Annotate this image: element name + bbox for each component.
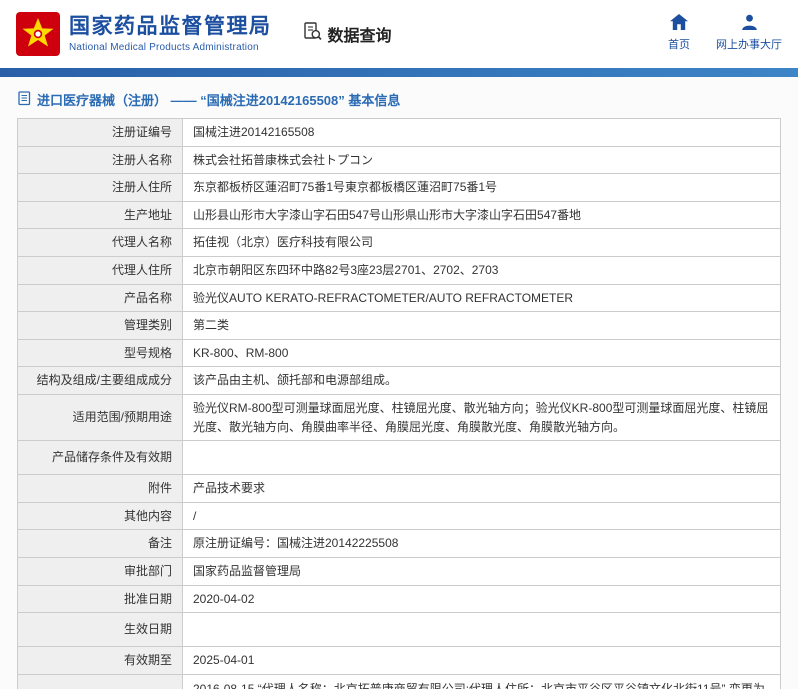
org-name: 国家药品监督管理局 (69, 15, 272, 39)
row-value: 山形县山形市大字漆山字石田547号山形県山形市大字漆山字石田547番地 (183, 201, 781, 229)
table-row: 管理类别第二类 (18, 312, 781, 340)
org-name-en: National Medical Products Administration (69, 42, 272, 53)
row-label: 代理人住所 (18, 256, 183, 284)
row-value (183, 613, 781, 647)
row-label: 产品储存条件及有效期 (18, 441, 183, 475)
page-header: 国家药品监督管理局 National Medical Products Admi… (0, 0, 798, 68)
nmpa-logo-block[interactable]: 国家药品监督管理局 National Medical Products Admi… (16, 12, 272, 56)
row-value: 国械注进20142165508 (183, 119, 781, 147)
table-row: 生效日期 (18, 613, 781, 647)
row-value: 东京都板桥区蓮沼町75番1号東京都板橋区蓮沼町75番1号 (183, 174, 781, 202)
row-value: 拓佳视（北京）医疗科技有限公司 (183, 229, 781, 257)
table-row: 代理人名称拓佳视（北京）医疗科技有限公司 (18, 229, 781, 257)
document-search-icon (302, 21, 323, 47)
table-row: 变更情况 2016-08-15 “代理人名称：北京拓普康商贸有限公司;代理人住所：… (18, 674, 781, 689)
document-icon (18, 91, 31, 109)
row-label: 注册人名称 (18, 146, 183, 174)
row-label: 有效期至 (18, 647, 183, 675)
table-row: 适用范围/预期用途验光仪RM-800型可测量球面屈光度、柱镜屈光度、散光轴方向；… (18, 394, 781, 440)
nav-home[interactable]: 首页 (668, 14, 690, 52)
row-value: / (183, 502, 781, 530)
header-divider-bar (0, 68, 798, 77)
row-value (183, 441, 781, 475)
org-names: 国家药品监督管理局 National Medical Products Admi… (69, 15, 272, 52)
nav-online-hall[interactable]: 网上办事大厅 (716, 14, 782, 52)
change-record-line: 2016-08-15 “代理人名称：北京拓普康商贸有限公司;代理人住所：北京市平… (193, 680, 770, 689)
user-icon (741, 14, 758, 33)
row-value: 验光仪AUTO KERATO-REFRACTOMETER/AUTO REFRAC… (183, 284, 781, 312)
row-label: 注册证编号 (18, 119, 183, 147)
row-value: 北京市朝阳区东四环中路82号3座23层2701、2702、2703 (183, 256, 781, 284)
row-value: KR-800、RM-800 (183, 339, 781, 367)
row-value: 株式会社拓普康株式会社トプコン (183, 146, 781, 174)
info-table-body: 注册证编号国械注进20142165508注册人名称株式会社拓普康株式会社トプコン… (18, 119, 781, 689)
table-row: 审批部门国家药品监督管理局 (18, 557, 781, 585)
table-row: 产品名称验光仪AUTO KERATO-REFRACTOMETER/AUTO RE… (18, 284, 781, 312)
table-row: 型号规格KR-800、RM-800 (18, 339, 781, 367)
row-value: 验光仪RM-800型可测量球面屈光度、柱镜屈光度、散光轴方向；验光仪KR-800… (183, 394, 781, 440)
row-label: 备注 (18, 530, 183, 558)
table-row: 注册人名称株式会社拓普康株式会社トプコン (18, 146, 781, 174)
table-row: 产品储存条件及有效期 (18, 441, 781, 475)
row-label: 批准日期 (18, 585, 183, 613)
row-value: 产品技术要求 (183, 475, 781, 503)
table-row: 其他内容/ (18, 502, 781, 530)
table-row: 有效期至2025-04-01 (18, 647, 781, 675)
page-title-text: 进口医疗器械（注册） —— “国械注进20142165508” 基本信息 (37, 90, 400, 109)
row-label: 附件 (18, 475, 183, 503)
row-value: 第二类 (183, 312, 781, 340)
row-label: 适用范围/预期用途 (18, 394, 183, 440)
header-quick-links: 首页 网上办事大厅 (668, 14, 782, 54)
row-label: 审批部门 (18, 557, 183, 585)
row-label: 产品名称 (18, 284, 183, 312)
row-label: 其他内容 (18, 502, 183, 530)
table-row: 结构及组成/主要组成成分该产品由主机、颌托部和电源部组成。 (18, 367, 781, 395)
row-value: 2016-08-15 “代理人名称：北京拓普康商贸有限公司;代理人住所：北京市平… (183, 674, 781, 689)
row-value: 原注册证编号：国械注进20142225508 (183, 530, 781, 558)
row-label: 变更情况 (18, 674, 183, 689)
row-label: 代理人名称 (18, 229, 183, 257)
hall-label: 网上办事大厅 (716, 36, 782, 52)
table-row: 注册证编号国械注进20142165508 (18, 119, 781, 147)
table-row: 批准日期2020-04-02 (18, 585, 781, 613)
registration-info-table: 注册证编号国械注进20142165508注册人名称株式会社拓普康株式会社トプコン… (17, 118, 781, 689)
row-value: 国家药品监督管理局 (183, 557, 781, 585)
table-row: 代理人住所北京市朝阳区东四环中路82号3座23层2701、2702、2703 (18, 256, 781, 284)
registration-info-table-wrap: 注册证编号国械注进20142165508注册人名称株式会社拓普康株式会社トプコン… (17, 118, 781, 689)
row-label: 结构及组成/主要组成成分 (18, 367, 183, 395)
table-row: 注册人住所东京都板桥区蓮沼町75番1号東京都板橋区蓮沼町75番1号 (18, 174, 781, 202)
home-label: 首页 (668, 36, 690, 52)
row-label: 管理类别 (18, 312, 183, 340)
row-value: 该产品由主机、颌托部和电源部组成。 (183, 367, 781, 395)
home-icon (670, 14, 688, 33)
row-value: 2020-04-02 (183, 585, 781, 613)
table-row: 生产地址山形县山形市大字漆山字石田547号山形県山形市大字漆山字石田547番地 (18, 201, 781, 229)
row-value: 2025-04-01 (183, 647, 781, 675)
data-query-label: 数据查询 (328, 22, 392, 46)
table-row: 备注原注册证编号：国械注进20142225508 (18, 530, 781, 558)
row-label: 生产地址 (18, 201, 183, 229)
row-label: 型号规格 (18, 339, 183, 367)
page-title: 进口医疗器械（注册） —— “国械注进20142165508” 基本信息 (0, 77, 798, 118)
row-label: 生效日期 (18, 613, 183, 647)
table-row: 附件产品技术要求 (18, 475, 781, 503)
row-label: 注册人住所 (18, 174, 183, 202)
nav-data-query[interactable]: 数据查询 (302, 21, 392, 47)
nmpa-emblem-icon (16, 12, 60, 56)
